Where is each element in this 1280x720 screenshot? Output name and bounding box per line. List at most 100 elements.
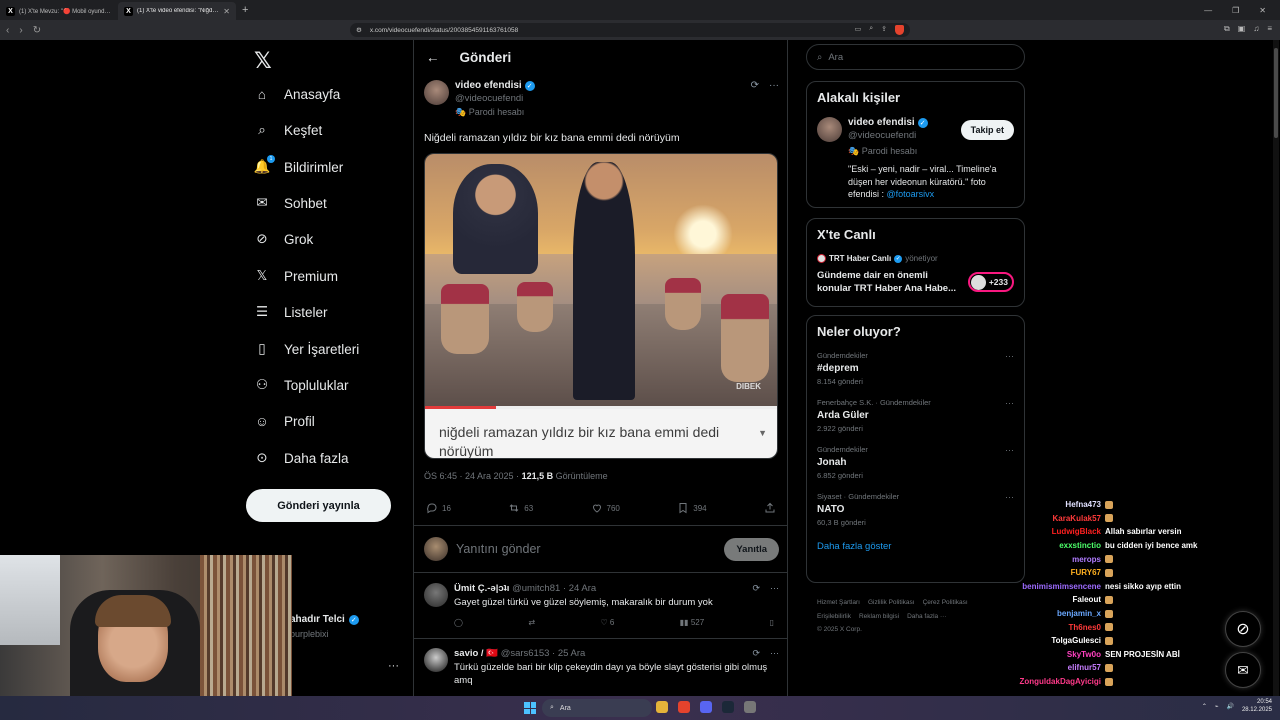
share-action[interactable] <box>764 502 776 514</box>
steam-icon[interactable] <box>722 701 734 713</box>
extension-icon[interactable]: ⧉ <box>1224 24 1230 34</box>
chat-username[interactable]: elifnur57 <box>1000 663 1105 672</box>
nav-item-search[interactable]: ⌕ Keşfet <box>254 122 322 138</box>
grok-float-button[interactable]: ⊘ <box>1225 611 1261 647</box>
account-more-icon[interactable]: ··· <box>388 660 399 672</box>
chat-username[interactable]: LudwigBlack <box>1000 527 1105 536</box>
nav-item-bell[interactable]: 🔔 1 Bildirimler <box>254 155 343 175</box>
browser-tab-active[interactable]: X (1) X'te video efendisi: "Niğdeli r...… <box>118 2 236 20</box>
close-window-icon[interactable]: ✕ <box>1259 6 1266 15</box>
avatar[interactable] <box>424 80 449 105</box>
post-time[interactable]: ÖS 6:45 · 24 Ara 2025 · <box>424 471 522 481</box>
zoom-icon[interactable]: ⌕ <box>869 25 873 35</box>
post-button[interactable]: Gönderi yayınla <box>246 489 391 522</box>
chat-username[interactable]: merops <box>1000 555 1105 564</box>
nav-item-people[interactable]: ⚇ Topluluklar <box>254 377 349 393</box>
page-scrollbar[interactable] <box>1273 40 1279 696</box>
x-logo-icon[interactable]: 𝕏 <box>254 48 272 74</box>
menu-icon[interactable]: ≡ <box>1267 24 1272 34</box>
account-switcher[interactable]: ahadır Telci ✓ purplebixi <box>290 614 359 639</box>
chat-username[interactable]: benimismimsencene <box>1000 582 1105 591</box>
author-name[interactable]: video efendisi <box>455 80 522 91</box>
author-handle[interactable]: @videocuefendi <box>455 93 535 104</box>
related-person[interactable]: video efendisi ✓ @videocuefendi 🎭 Parodi… <box>817 117 1014 201</box>
chat-username[interactable]: KaraKulak57 <box>1000 514 1105 523</box>
trend-item[interactable]: Siyaset · Gündemdekiler NATO 60,3 B gönd… <box>817 492 1014 527</box>
bookmark-action[interactable]: 394 <box>677 502 707 514</box>
brave-shield-icon[interactable] <box>895 25 904 35</box>
chat-username[interactable]: FURY67 <box>1000 568 1105 577</box>
more-icon[interactable]: ··· <box>1005 351 1014 361</box>
maximize-icon[interactable]: ❐ <box>1232 6 1239 15</box>
clock[interactable]: 20:54 28.12.2025 <box>1242 699 1272 715</box>
site-settings-icon[interactable]: ⚙ <box>356 26 362 34</box>
bio-link[interactable]: @fotoarsivx <box>887 189 935 199</box>
show-more-link[interactable]: Daha fazla göster <box>817 541 1014 552</box>
discord-icon[interactable] <box>700 701 712 713</box>
repost-icon[interactable]: ⇄ <box>528 618 535 627</box>
reload-icon[interactable]: ↻ <box>33 25 41 36</box>
like-action[interactable]: ♡ 6 <box>601 618 615 627</box>
chat-username[interactable]: ZonguldakDagAyicigi <box>1000 677 1105 686</box>
footer-link[interactable]: Çerez Politikası <box>923 599 968 606</box>
author-name-row[interactable]: video efendisi ✓ <box>455 80 535 91</box>
live-host[interactable]: TRT Haber Canlı ✓ yönetiyor <box>817 254 1014 263</box>
avatar[interactable] <box>424 583 448 607</box>
chevron-up-icon[interactable]: ⌃ <box>1202 703 1207 710</box>
back-arrow-icon[interactable]: ‹ <box>6 25 9 36</box>
reply-author[interactable]: Ümit Ç.-ǝ|ɔʇı @umitch81 · 24 Ara <box>454 583 713 594</box>
chat-username[interactable]: SkyTw0o <box>1000 650 1105 659</box>
chat-username[interactable]: benjamin_x <box>1000 609 1105 618</box>
chat-username[interactable]: Faleout <box>1000 595 1105 604</box>
back-arrow-icon[interactable]: ← <box>426 50 440 65</box>
nav-item-user[interactable]: ☺ Profil <box>254 413 315 429</box>
chevron-down-icon[interactable]: ▼ <box>758 427 767 439</box>
reply-button[interactable]: Yanıtla <box>724 537 779 561</box>
close-tab-icon[interactable]: ✕ <box>223 7 230 16</box>
reply-author[interactable]: savio / 🇹🇷 @sars6153 · 25 Ara <box>454 648 779 659</box>
video-player[interactable]: DIBEK niğdeli ramazan yıldız bir kız ban… <box>424 153 778 459</box>
nav-item-x[interactable]: 𝕏 Premium <box>254 268 338 284</box>
more-icon[interactable]: ··· <box>770 583 779 594</box>
footer-link[interactable]: Daha fazla ··· <box>907 613 946 620</box>
footer-link[interactable]: Hizmet Şartları <box>817 599 860 606</box>
windows-start-icon[interactable] <box>524 702 536 714</box>
trend-item[interactable]: Fenerbahçe S.K. · Gündemdekiler Arda Gül… <box>817 398 1014 433</box>
more-icon[interactable]: ··· <box>769 80 779 118</box>
nav-item-home[interactable]: ⌂ Anasayfa <box>254 86 340 102</box>
avatar[interactable] <box>817 117 842 142</box>
grok-icon[interactable]: ⟳ <box>752 648 760 659</box>
share-icon[interactable]: ⇪ <box>881 25 887 35</box>
follow-button[interactable]: Takip et <box>960 120 1014 140</box>
more-icon[interactable]: ··· <box>770 648 779 659</box>
trend-item[interactable]: Gündemdekiler #deprem 8.154 gönderi ··· <box>817 351 1014 386</box>
avatar[interactable] <box>424 648 448 672</box>
footer-link[interactable]: Gizlilik Politikası <box>868 599 915 606</box>
trend-item[interactable]: Gündemdekiler Jonah 6.852 gönderi ··· <box>817 445 1014 480</box>
search-input[interactable]: ⌕ Ara <box>806 44 1025 70</box>
chat-username[interactable]: exxstinctio <box>1000 541 1105 550</box>
grok-icon[interactable]: ⟳ <box>752 583 760 594</box>
reply-author-name[interactable]: savio / 🇹🇷 <box>454 648 498 659</box>
nav-item-grok[interactable]: ⊘ Grok <box>254 231 313 247</box>
reply-action[interactable]: 16 <box>426 502 451 514</box>
bookmark-icon[interactable]: ▯ <box>770 618 774 627</box>
music-icon[interactable]: ♫ <box>1253 24 1259 34</box>
volume-icon[interactable]: 🔊 <box>1226 703 1233 710</box>
footer-link[interactable]: Reklam bilgisi <box>859 613 899 620</box>
repost-action[interactable]: 63 <box>508 502 533 514</box>
reply-icon[interactable]: ◯ <box>454 618 463 627</box>
live-title[interactable]: Gündeme dair en önemli konular TRT Haber… <box>817 269 962 296</box>
nav-item-list[interactable]: ☰ Listeler <box>254 304 328 320</box>
address-bar[interactable]: ⚙ x.com/videocuefendi/status/20038545911… <box>350 23 910 37</box>
network-icon[interactable]: ⌁ <box>1215 703 1219 710</box>
messages-float-button[interactable]: ✉ <box>1225 652 1261 688</box>
chat-username[interactable]: TolgaGulesci <box>1000 636 1105 645</box>
taskbar-search[interactable]: ⌕ Ara <box>542 699 652 717</box>
wallet-icon[interactable]: ▣ <box>1238 24 1246 34</box>
chat-username[interactable]: Hefna473 <box>1000 500 1105 509</box>
live-listeners[interactable]: +233 <box>968 272 1014 292</box>
reply-item[interactable]: savio / 🇹🇷 @sars6153 · 25 Ara Türkü güze… <box>414 640 787 696</box>
nav-item-bookmark[interactable]: ▯ Yer İşaretleri <box>254 341 359 357</box>
nav-item-more-circle[interactable]: ⊙ Daha fazla <box>254 450 348 466</box>
